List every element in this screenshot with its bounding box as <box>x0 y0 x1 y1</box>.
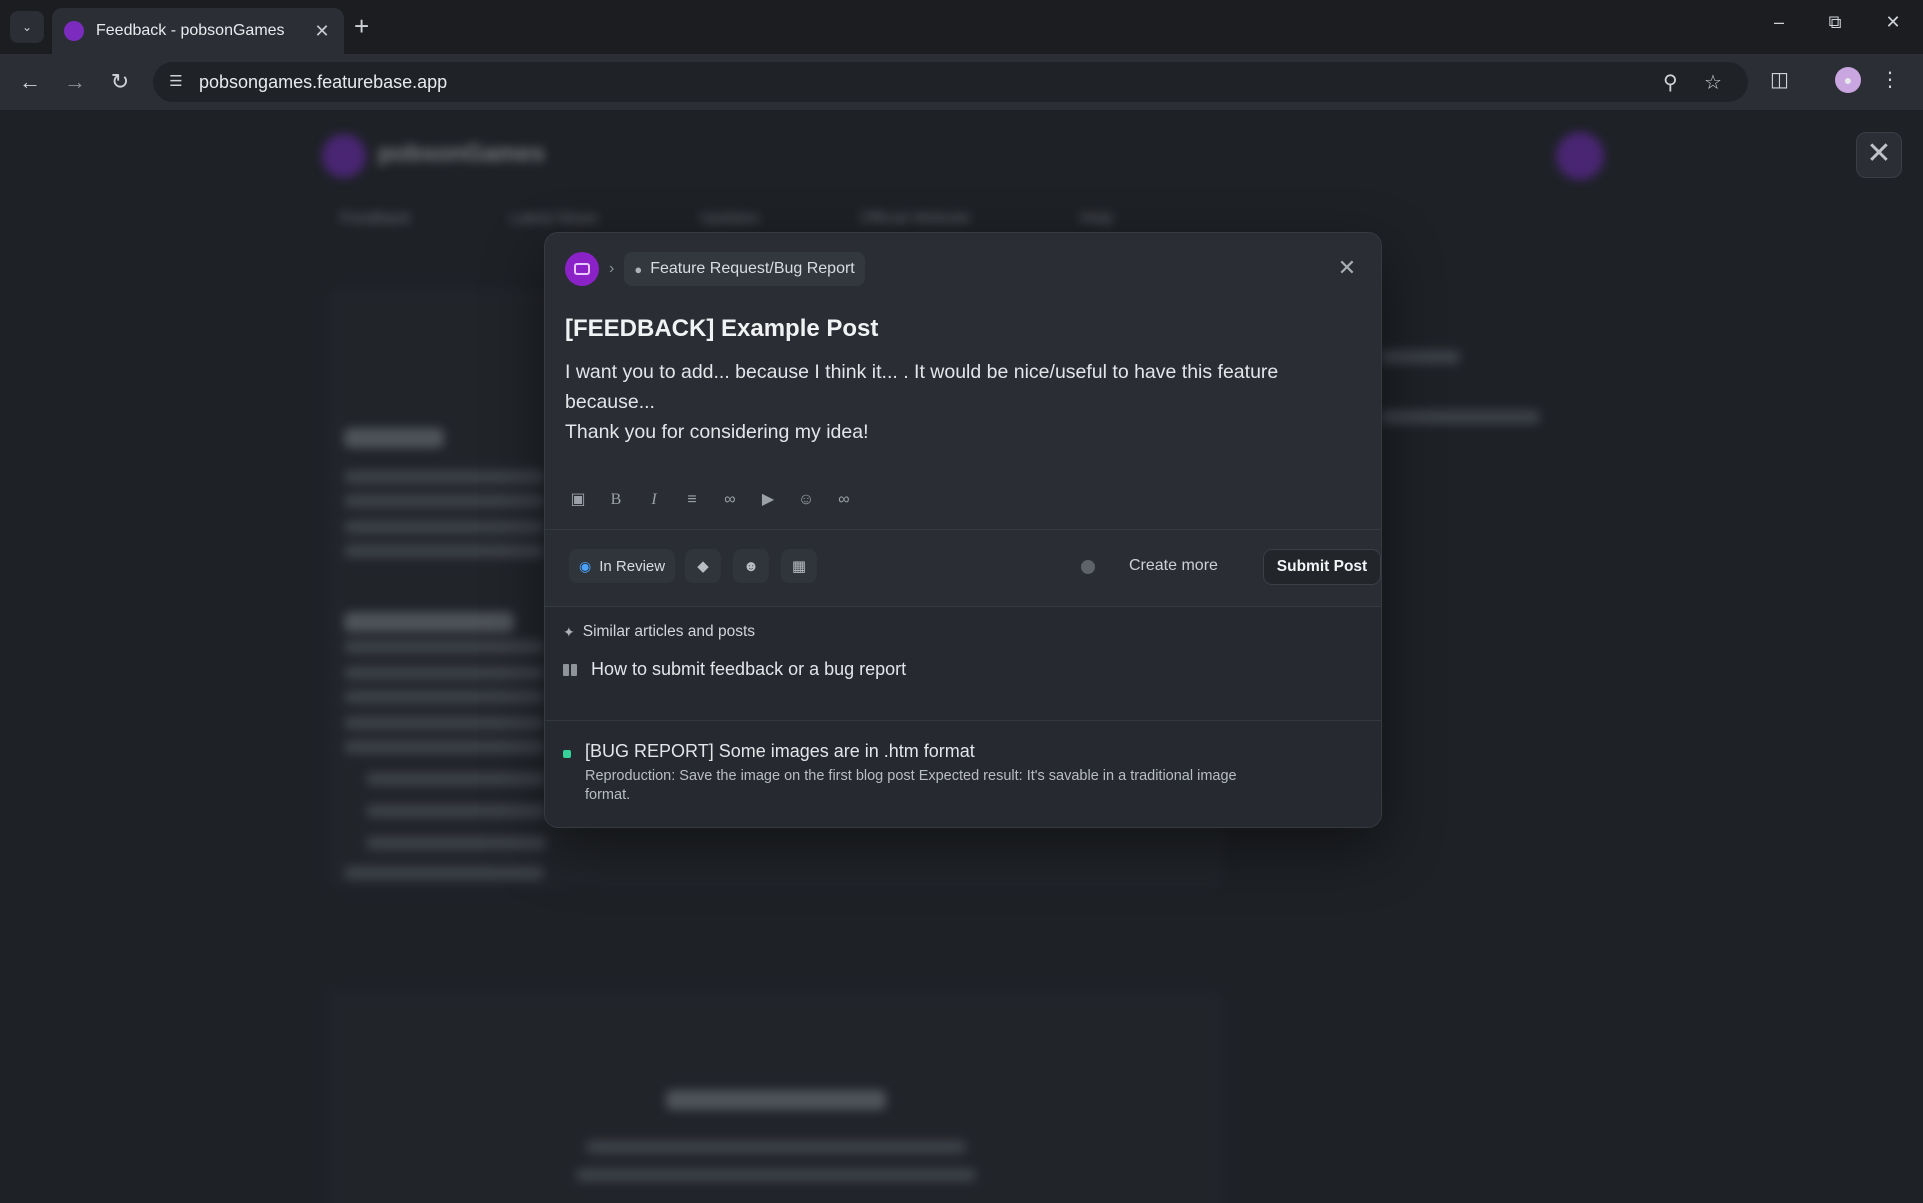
close-icon: ✕ <box>1866 137 1892 170</box>
status-selector[interactable]: ◉ In Review <box>569 549 676 583</box>
eta-button[interactable]: ▦ <box>781 549 817 583</box>
nav-official-website: Official Website <box>860 210 971 227</box>
status-label: In Review <box>599 557 666 575</box>
favicon-icon <box>64 21 84 41</box>
url-text: pobsongames.featurebase.app <box>199 72 448 92</box>
attachment-icon[interactable]: ∞ <box>833 489 855 511</box>
star-icon[interactable]: ☆ <box>1704 70 1722 95</box>
nav-updates: Updates <box>700 210 760 227</box>
create-more-label: Create more <box>1129 557 1218 574</box>
browser-tabstrip: ⌄ Feedback - pobsonGames ✕ + – ⧉ ✕ <box>0 0 1923 54</box>
nav-latest-news: Latest News <box>510 210 599 227</box>
forward-icon[interactable]: → <box>59 66 91 98</box>
calendar-icon: ▦ <box>791 558 807 575</box>
post-body-line: I want you to add... because I think it.… <box>565 361 1279 413</box>
board-icon[interactable] <box>565 252 599 286</box>
back-icon[interactable]: ← <box>14 66 46 98</box>
status-dot <box>563 750 571 758</box>
divider <box>545 529 1381 530</box>
tag-button[interactable]: ◆ <box>685 549 721 583</box>
similar-post-title: [BUG REPORT] Some images are in .htm for… <box>585 741 975 761</box>
posts-empty-state <box>326 990 1224 1203</box>
address-bar[interactable]: ☰ pobsongames.featurebase.app ⚲ ☆ <box>153 62 1748 102</box>
nav-help: Help <box>1080 210 1113 227</box>
chevron-right-icon: › <box>609 260 615 277</box>
category-selector[interactable]: ● Feature Request/Bug Report <box>624 252 865 286</box>
site-settings-icon[interactable]: ☰ <box>165 71 187 93</box>
category-icon: ● <box>634 261 643 277</box>
category-label: Feature Request/Bug Report <box>650 260 855 277</box>
extensions-icon[interactable]: ◫ <box>1770 67 1789 92</box>
breadcrumb: › ● Feature Request/Bug Report <box>565 252 865 286</box>
similar-results: ✦ Similar articles and posts How to subm… <box>545 607 1381 827</box>
bold-icon[interactable]: B <box>605 489 627 511</box>
post-actions: ◉ In Review ◆ ☻ ▦ Create more Submit Pos… <box>569 549 1381 585</box>
profile-avatar[interactable]: ● <box>1835 67 1861 93</box>
tab-title: Feedback - pobsonGames <box>96 22 285 39</box>
menu-icon[interactable]: ⋮ <box>1880 67 1900 92</box>
user-icon: ☻ <box>743 557 759 575</box>
chevron-down-icon: ⌄ <box>21 20 33 34</box>
sparkle-icon: ✦ <box>563 623 575 640</box>
divider <box>545 720 1381 721</box>
similar-heading: ✦ Similar articles and posts <box>563 623 755 641</box>
close-icon[interactable]: ✕ <box>1335 257 1359 279</box>
sidebar-widget <box>1360 340 1600 440</box>
similar-post-description: Reproduction: Save the image on the firs… <box>585 768 1237 803</box>
reload-icon[interactable]: ↻ <box>104 66 136 98</box>
link-icon[interactable]: ∞ <box>719 489 741 511</box>
tab-search-button[interactable]: ⌄ <box>10 11 44 43</box>
assignee-button[interactable]: ☻ <box>733 549 769 583</box>
video-icon[interactable]: ▶ <box>757 489 779 511</box>
post-body-editor[interactable]: I want you to add... because I think it.… <box>565 357 1355 447</box>
brand-name: pobsonGames <box>378 140 545 167</box>
avatar <box>1556 132 1604 180</box>
key-icon[interactable]: ⚲ <box>1663 70 1678 95</box>
window-close-icon[interactable]: ✕ <box>1878 12 1908 33</box>
new-tab-button[interactable]: + <box>354 13 369 39</box>
create-post-modal: › ● Feature Request/Bug Report ✕ [FEEDBA… <box>544 232 1382 828</box>
list-icon[interactable]: ≡ <box>681 489 703 511</box>
submit-post-button[interactable]: Submit Post <box>1263 549 1381 585</box>
article-item[interactable]: How to submit feedback or a bug report <box>563 659 906 680</box>
close-icon[interactable]: ✕ <box>312 21 332 42</box>
brand-logo <box>322 134 366 178</box>
post-body-line: Thank you for considering my idea! <box>565 421 869 443</box>
similar-heading-label: Similar articles and posts <box>582 623 756 640</box>
nav-feedback: Feedback <box>340 210 411 227</box>
minimize-icon[interactable]: – <box>1764 12 1794 33</box>
editor-toolbar: ▣ B I ≡ ∞ ▶ ☺ ∞ <box>567 485 871 515</box>
italic-icon[interactable]: I <box>643 489 665 511</box>
tag-icon: ◆ <box>697 558 709 575</box>
browser-tab[interactable]: Feedback - pobsonGames ✕ <box>52 8 344 54</box>
book-icon <box>563 663 577 676</box>
emoji-icon[interactable]: ☺ <box>795 489 817 511</box>
article-title: How to submit feedback or a bug report <box>591 659 907 679</box>
close-modal-button[interactable]: ✕ <box>1856 132 1902 178</box>
create-more-toggle[interactable] <box>1079 558 1113 576</box>
browser-toolbar: ← → ↻ ☰ pobsongames.featurebase.app ⚲ ☆ … <box>0 54 1923 110</box>
restore-icon[interactable]: ⧉ <box>1820 12 1850 33</box>
broadcast-icon: ◉ <box>579 557 592 574</box>
image-icon[interactable]: ▣ <box>567 489 589 511</box>
post-title-input[interactable]: [FEEDBACK] Example Post <box>565 315 878 343</box>
